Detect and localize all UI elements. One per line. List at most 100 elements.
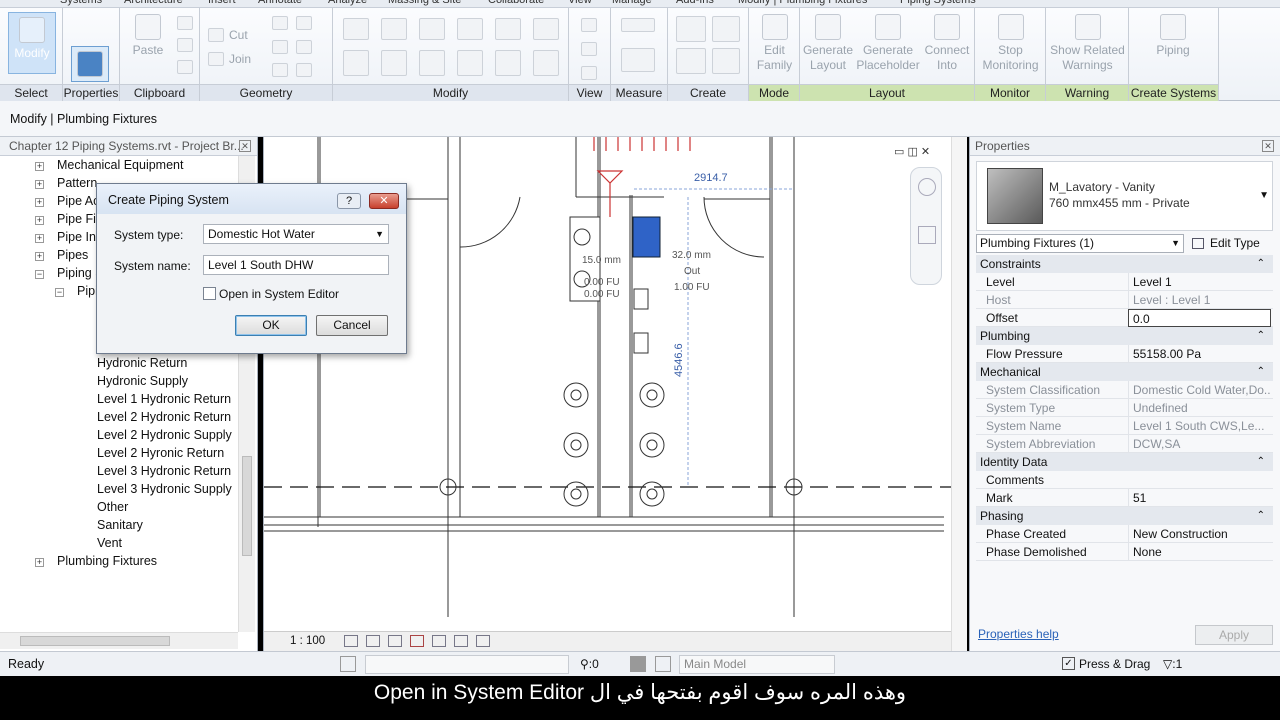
design-options-icon[interactable]	[630, 656, 646, 672]
tree-item[interactable]: Hydronic Supply	[97, 374, 188, 388]
tree-item[interactable]: Other	[97, 500, 128, 514]
system-name-input[interactable]: Level 1 South DHW	[203, 255, 389, 275]
view-scale[interactable]: 1 : 100	[290, 635, 325, 647]
expand-toggle-icon[interactable]: −	[55, 288, 64, 297]
mirror-pick-axis-icon[interactable]	[419, 18, 445, 40]
help-icon[interactable]: ?	[337, 193, 361, 209]
navigation-bar[interactable]	[910, 167, 942, 285]
dimension-icon[interactable]	[621, 48, 655, 72]
shadows-icon[interactable]	[410, 635, 424, 647]
property-value[interactable]: None	[1128, 543, 1271, 561]
expand-toggle-icon[interactable]: +	[35, 558, 44, 567]
tree-item[interactable]: Pipi	[77, 284, 98, 298]
visual-style-icon[interactable]	[366, 635, 380, 647]
detail-level-icon[interactable]	[344, 635, 358, 647]
model-dropdown[interactable]: Main Model	[679, 655, 835, 674]
ribbon-tab[interactable]: Modify | Plumbing Fixtures	[738, 0, 867, 6]
tree-item[interactable]: Vent	[97, 536, 122, 550]
property-section-header[interactable]: Constraints ⌃	[976, 255, 1273, 273]
tree-item[interactable]: Sanitary	[97, 518, 143, 532]
type-selector[interactable]: M_Lavatory - Vanity 760 mmx455 mm - Priv…	[976, 161, 1273, 231]
horizontal-scrollbar[interactable]	[0, 632, 238, 649]
dimension-top[interactable]: 2914.7	[694, 172, 728, 184]
connect-into-button[interactable]: Connect Into	[922, 14, 972, 73]
steering-wheel-icon[interactable]	[918, 178, 936, 196]
dimension-side[interactable]: 4546.6	[673, 343, 685, 377]
cut-icon[interactable]	[177, 16, 193, 30]
move-icon[interactable]	[343, 50, 369, 76]
ribbon-tab[interactable]: Insert	[208, 0, 236, 6]
stop-monitoring-button[interactable]: Stop Monitoring	[977, 14, 1044, 73]
tree-item[interactable]: Level 2 Hyronic Return	[97, 446, 224, 460]
collapse-icon[interactable]: ⌃	[1257, 327, 1265, 345]
exclude-options-icon[interactable]	[655, 656, 671, 672]
generate-layout-button[interactable]: Generate Layout	[802, 14, 854, 73]
rotate-icon[interactable]	[419, 50, 445, 76]
ribbon-tab[interactable]: Analyze	[328, 0, 367, 6]
property-value[interactable]: 55158.00 Pa	[1128, 345, 1271, 363]
property-section-header[interactable]: Phasing ⌃	[976, 507, 1273, 525]
canvas-vertical-scrollbar[interactable]	[951, 137, 967, 651]
system-type-dropdown[interactable]: Domestic Hot Water ▼	[203, 224, 389, 244]
worksets-icon[interactable]	[340, 656, 356, 672]
ribbon-tab[interactable]: Massing & Site	[388, 0, 461, 6]
expand-toggle-icon[interactable]: −	[35, 270, 44, 279]
zoom-icon[interactable]	[918, 226, 936, 244]
join-icon[interactable]	[208, 52, 224, 66]
copy-element-icon[interactable]	[381, 50, 407, 76]
modify-button[interactable]: Modify	[8, 12, 56, 74]
array-icon[interactable]	[495, 50, 521, 76]
collapse-icon[interactable]: ⌃	[1257, 363, 1265, 381]
property-value[interactable]: 0.0	[1128, 309, 1271, 327]
collapse-icon[interactable]: ⌃	[1257, 255, 1265, 273]
ribbon-tab[interactable]: Manage	[612, 0, 652, 6]
tree-item[interactable]: Pattern	[57, 176, 97, 190]
generate-placeholder-button[interactable]: Generate Placeholder	[856, 14, 920, 73]
filter-count[interactable]: ▽:1	[1163, 657, 1182, 671]
expand-toggle-icon[interactable]: +	[35, 234, 44, 243]
join-geometry-button[interactable]: Join	[229, 52, 251, 66]
tree-item[interactable]: Level 3 Hydronic Supply	[97, 482, 232, 496]
property-value[interactable]: New Construction	[1128, 525, 1271, 543]
tree-item[interactable]: Pipe Fit	[57, 212, 99, 226]
tree-item[interactable]: Plumbing Fixtures	[57, 554, 157, 568]
ribbon-tab[interactable]: Annotate	[258, 0, 302, 6]
pin-icon[interactable]	[533, 18, 559, 40]
view-window-controls[interactable]: ▭ ◫ ✕	[894, 145, 944, 159]
instance-filter-dropdown[interactable]: Plumbing Fixtures (1) ▼	[976, 234, 1184, 253]
override-graphics-icon[interactable]	[581, 42, 597, 56]
split-icon[interactable]	[495, 18, 521, 40]
tree-item[interactable]: Hydronic Return	[97, 356, 187, 370]
workset-dropdown[interactable]	[365, 655, 569, 674]
create-assembly-icon[interactable]	[676, 16, 706, 42]
expand-toggle-icon[interactable]: +	[35, 180, 44, 189]
reveal-hidden-icon[interactable]	[476, 635, 490, 647]
view-control-icons[interactable]	[344, 635, 504, 649]
open-in-system-editor-label[interactable]: Open in System Editor	[219, 287, 339, 301]
press-drag-checkbox[interactable]: ✓	[1062, 657, 1075, 670]
cancel-button[interactable]: Cancel	[316, 315, 388, 336]
ribbon-tab[interactable]: Systems	[60, 0, 102, 6]
expand-toggle-icon[interactable]: +	[35, 252, 44, 261]
unjoin-icon[interactable]	[296, 63, 312, 77]
close-icon[interactable]: ✕	[239, 140, 251, 152]
sun-path-icon[interactable]	[388, 635, 402, 647]
tree-item[interactable]: Level 2 Hydronic Supply	[97, 428, 232, 442]
ok-button[interactable]: OK	[235, 315, 307, 336]
wall-joins-icon[interactable]	[272, 16, 288, 30]
scrollbar-thumb[interactable]	[20, 636, 170, 646]
expand-toggle-icon[interactable]: +	[35, 162, 44, 171]
properties-help-link[interactable]: Properties help	[978, 627, 1059, 641]
create-parts-icon[interactable]	[712, 16, 740, 42]
trim-icon[interactable]	[457, 50, 483, 76]
match-properties-icon[interactable]	[177, 60, 193, 74]
property-value[interactable]: 51	[1128, 489, 1271, 507]
tree-item[interactable]: Mechanical Equipment	[57, 158, 183, 172]
tree-item[interactable]: Level 1 Hydronic Return	[97, 392, 231, 406]
ribbon-tab[interactable]: Add-Ins	[676, 0, 714, 6]
show-related-warnings-button[interactable]: Show Related Warnings	[1048, 14, 1127, 73]
collapse-icon[interactable]: ⌃	[1257, 507, 1265, 525]
cut-geometry-button[interactable]: Cut	[229, 28, 248, 42]
scrollbar-thumb[interactable]	[242, 456, 252, 556]
expand-toggle-icon[interactable]: +	[35, 198, 44, 207]
